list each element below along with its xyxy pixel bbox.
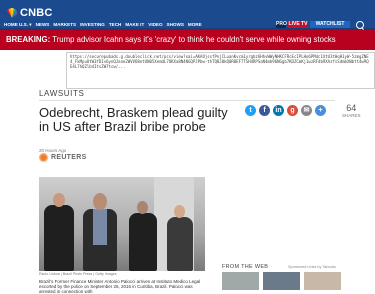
section-divider	[39, 100, 335, 101]
peacock-icon	[7, 7, 18, 19]
breaking-label: BREAKING:	[6, 35, 51, 44]
nav-tech[interactable]: TECH	[109, 22, 122, 28]
nav-video[interactable]: VIDEO	[148, 22, 162, 28]
nav-markets[interactable]: MARKETS	[53, 22, 76, 28]
live-tv-button[interactable]: LIVE TV	[288, 21, 308, 28]
sponsored-thumbnail[interactable]	[304, 272, 341, 290]
sponsored-links-label[interactable]: Sponsored Links by Taboola	[288, 265, 336, 269]
photo-person-right	[129, 213, 157, 271]
linkedin-icon[interactable]: in	[273, 105, 284, 116]
nav-make-it[interactable]: MAKE IT	[125, 22, 144, 28]
article-photo[interactable]	[39, 177, 205, 271]
nav-more[interactable]: MORE	[188, 22, 202, 28]
email-icon[interactable]: ✉	[301, 105, 312, 116]
nav-home-us[interactable]: HOME U.S. ▾	[4, 22, 32, 28]
source-name: REUTERS	[51, 154, 87, 161]
reuters-logo-icon	[39, 153, 48, 162]
social-share-bar: t f in g ✉ +	[245, 105, 326, 116]
pro-button[interactable]: PRO	[276, 21, 287, 28]
more-share-icon[interactable]: +	[315, 105, 326, 116]
cnbc-logo[interactable]: CNBC	[6, 6, 53, 20]
watchlist-button[interactable]: WATCHLIST	[310, 21, 350, 28]
photo-head-back	[174, 205, 185, 218]
nav-investing[interactable]: INVESTING	[80, 22, 105, 28]
breaking-news-banner[interactable]: BREAKING: Trump advisor Icahn says it's …	[0, 30, 375, 50]
photo-caption: Paulo Lisboa | Brazil Photo Press | Gett…	[39, 272, 117, 276]
top-nav-bar: CNBC HOME U.S. ▾ NEWS MARKETS INVESTING …	[0, 0, 375, 30]
search-icon[interactable]	[356, 21, 364, 29]
facebook-icon[interactable]: f	[259, 105, 270, 116]
breaking-text: Trump advisor Icahn says it's 'crazy' to…	[50, 35, 336, 44]
main-nav: HOME U.S. ▾ NEWS MARKETS INVESTING TECH …	[4, 22, 202, 28]
photo-shirt	[93, 209, 107, 245]
nav-shows[interactable]: SHOWS	[167, 22, 184, 28]
google-plus-icon[interactable]: g	[287, 105, 298, 116]
article-body: Brazil's Former Finance Minister Antonio…	[39, 279, 201, 294]
shares-counter: 64 SHARES	[342, 103, 361, 118]
section-label[interactable]: LAWSUITS	[39, 89, 84, 98]
nav-news[interactable]: NEWS	[36, 22, 50, 28]
photo-person-left	[44, 205, 74, 271]
photo-head-right	[137, 201, 148, 214]
sponsored-thumbnails	[222, 272, 341, 290]
from-the-web-heading: FROM THE WEB	[222, 264, 269, 270]
article-headline: Odebrecht, Braskem plead guilty in US af…	[39, 105, 228, 134]
photo-head-left	[53, 193, 65, 207]
logo-text: CNBC	[20, 7, 53, 19]
shares-count: 64	[346, 103, 357, 113]
sponsored-thumbnail[interactable]	[222, 272, 259, 290]
article-source[interactable]: REUTERS	[39, 153, 87, 162]
ad-url-overlay: https://securepubads.g.doubleclick.net/p…	[66, 52, 375, 89]
twitter-icon[interactable]: t	[245, 105, 256, 116]
photo-person-back	[167, 217, 193, 271]
photo-head-center	[93, 193, 107, 210]
shares-label: SHARES	[342, 113, 361, 118]
sponsored-thumbnail[interactable]	[263, 272, 300, 290]
